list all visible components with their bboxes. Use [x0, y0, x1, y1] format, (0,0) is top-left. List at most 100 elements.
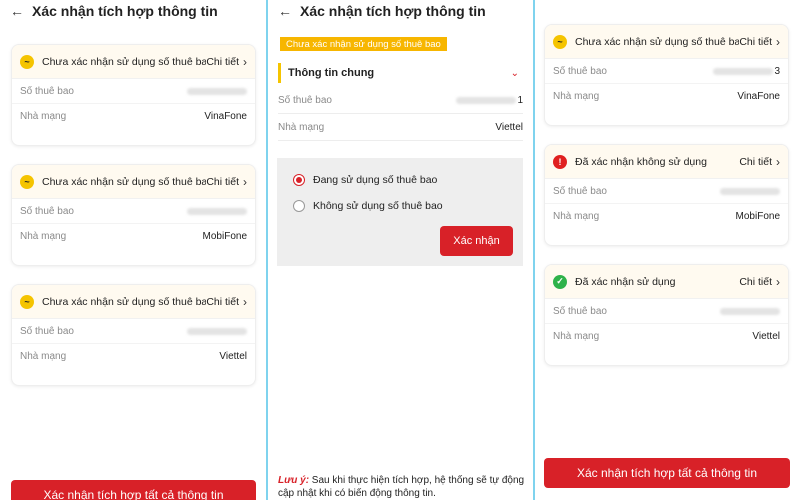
carrier-row: Nhà mạng VinaFone	[12, 104, 255, 129]
carrier-label: Nhà mạng	[278, 122, 325, 133]
card-header[interactable]: ! Đã xác nhận không sử dụng Chi tiết ›	[545, 145, 788, 179]
blurred-phone-number	[187, 87, 247, 95]
detail-link[interactable]: Chi tiết ›	[739, 155, 780, 169]
card-header[interactable]: ~ Chưa xác nhận sử dụng số thuê bao Chi …	[12, 45, 255, 79]
check-icon: ✓	[553, 274, 567, 289]
carrier-value: MobiFone	[202, 231, 247, 242]
section-title: Thông tin chung	[288, 67, 375, 79]
panel-list-pending: ← Xác nhận tích hợp thông tin ~ Chưa xác…	[0, 0, 266, 500]
carrier-value: Viettel	[752, 331, 780, 342]
subscriber-card: ~ Chưa xác nhận sử dụng số thuê bao Chi …	[11, 284, 256, 386]
option-label: Đang sử dụng số thuê bao	[313, 174, 438, 186]
subscriber-visible-digit: 3	[774, 65, 780, 77]
subscriber-card: ~ Chưa xác nhận sử dụng số thuê bao Chi …	[11, 164, 256, 266]
subscriber-visible-digit: 1	[517, 95, 523, 106]
subscriber-card: ✓ Đã xác nhận sử dụng Chi tiết › Số thuê …	[544, 264, 789, 366]
confirm-all-button[interactable]: Xác nhận tích hợp tất cả thông tin	[11, 480, 256, 500]
subscriber-label: Số thuê bao	[553, 305, 607, 317]
carrier-row: Nhà mạng Viettel	[278, 115, 523, 141]
radio-selected[interactable]	[293, 174, 305, 186]
carrier-value: VinaFone	[204, 111, 247, 122]
panel-list-statuses: ~ Chưa xác nhận sử dụng số thuê bao Chi …	[535, 0, 800, 500]
carrier-label: Nhà mạng	[20, 111, 67, 122]
blurred-phone-number	[187, 207, 247, 215]
status-text: Chưa xác nhận sử dụng số thuê bao	[42, 295, 207, 308]
subscriber-row: Số thuê bao 3	[545, 59, 788, 84]
blurred-phone-number	[720, 307, 780, 315]
section-general-info[interactable]: Thông tin chung ⌄	[278, 62, 523, 84]
confirm-all-button[interactable]: Xác nhận tích hợp tất cả thông tin	[544, 458, 790, 488]
option-not-in-use[interactable]: Không sử dụng số thuê bao	[293, 200, 443, 212]
confirm-button[interactable]: Xác nhận	[440, 226, 513, 256]
pending-icon: ~	[553, 34, 567, 49]
chevron-down-icon[interactable]: ⌄	[511, 68, 519, 79]
option-in-use[interactable]: Đang sử dụng số thuê bao	[293, 174, 437, 186]
detail-link[interactable]: Chi tiết ›	[206, 55, 247, 69]
status-text: Đã xác nhận sử dụng	[575, 275, 676, 288]
card-header[interactable]: ~ Chưa xác nhận sử dụng số thuê bao Chi …	[12, 285, 255, 319]
carrier-value: MobiFone	[735, 211, 780, 222]
subscriber-card: ~ Chưa xác nhận sử dụng số thuê bao Chi …	[11, 44, 256, 146]
pending-icon: ~	[20, 294, 34, 309]
panel-detail: ← Xác nhận tích hợp thông tin Chưa xác n…	[268, 0, 533, 500]
chevron-right-icon: ›	[243, 174, 247, 189]
chevron-right-icon: ›	[243, 54, 247, 69]
subscriber-label: Số thuê bao	[553, 65, 607, 77]
note-label: Lưu ý:	[278, 475, 310, 486]
status-text: Chưa xác nhận sử dụng số thuê bao	[42, 175, 207, 188]
carrier-value: Viettel	[219, 351, 247, 362]
note-text: Sau khi thực hiện tích hợp, hệ thống sẽ …	[278, 475, 525, 499]
subscriber-label: Số thuê bao	[20, 85, 74, 97]
card-header[interactable]: ~ Chưa xác nhận sử dụng số thuê bao Chi …	[12, 165, 255, 199]
carrier-row: Nhà mạng Viettel	[12, 344, 255, 369]
back-arrow-icon[interactable]: ←	[10, 4, 24, 18]
carrier-label: Nhà mạng	[553, 331, 600, 342]
detail-link[interactable]: Chi tiết ›	[739, 35, 780, 49]
subscriber-row: Số thuê bao	[12, 199, 255, 224]
chevron-right-icon: ›	[776, 274, 780, 289]
subscriber-value: 3	[713, 66, 780, 77]
detail-link[interactable]: Chi tiết ›	[206, 295, 247, 309]
status-text: Chưa xác nhận sử dụng số thuê bao	[575, 35, 740, 48]
detail-link[interactable]: Chi tiết ›	[739, 275, 780, 289]
page-title: Xác nhận tích hợp thông tin	[300, 3, 486, 19]
blurred-phone-number	[720, 187, 780, 195]
status-text: Chưa xác nhận sử dụng số thuê bao	[42, 55, 207, 68]
card-header[interactable]: ✓ Đã xác nhận sử dụng Chi tiết ›	[545, 265, 788, 299]
subscriber-label: Số thuê bao	[278, 95, 332, 106]
detail-link[interactable]: Chi tiết ›	[206, 175, 247, 189]
subscriber-label: Số thuê bao	[553, 185, 607, 197]
radio-unselected[interactable]	[293, 200, 305, 212]
subscriber-row: Số thuê bao	[545, 299, 788, 324]
page-title: Xác nhận tích hợp thông tin	[32, 3, 218, 19]
section-accent-bar	[278, 63, 281, 83]
subscriber-label: Số thuê bao	[20, 325, 74, 337]
blurred-phone-number	[187, 327, 247, 335]
subscriber-row: Số thuê bao	[12, 79, 255, 104]
carrier-label: Nhà mạng	[553, 91, 600, 102]
subscriber-row: Số thuê bao	[545, 179, 788, 204]
usage-confirmation-box: Đang sử dụng số thuê bao Không sử dụng s…	[277, 158, 523, 266]
pending-icon: ~	[20, 54, 34, 69]
option-label: Không sử dụng số thuê bao	[313, 200, 443, 212]
carrier-value: VinaFone	[737, 91, 780, 102]
carrier-row: Nhà mạng Viettel	[545, 324, 788, 349]
subscriber-row: Số thuê bao	[12, 319, 255, 344]
app-header: ← Xác nhận tích hợp thông tin	[0, 0, 266, 22]
carrier-label: Nhà mạng	[553, 211, 600, 222]
subscriber-value: 1	[456, 95, 523, 106]
status-tag: Chưa xác nhận sử dụng số thuê bao	[280, 37, 447, 51]
carrier-row: Nhà mạng MobiFone	[12, 224, 255, 249]
warning-icon: !	[553, 154, 567, 169]
carrier-row: Nhà mạng MobiFone	[545, 204, 788, 229]
card-header[interactable]: ~ Chưa xác nhận sử dụng số thuê bao Chi …	[545, 25, 788, 59]
chevron-right-icon: ›	[776, 34, 780, 49]
back-arrow-icon[interactable]: ←	[278, 4, 292, 18]
blurred-phone-number	[456, 97, 517, 104]
carrier-row: Nhà mạng VinaFone	[545, 84, 788, 109]
chevron-right-icon: ›	[243, 294, 247, 309]
note: Lưu ý: Sau khi thực hiện tích hợp, hệ th…	[278, 474, 528, 500]
pending-icon: ~	[20, 174, 34, 189]
carrier-label: Nhà mạng	[20, 351, 67, 362]
chevron-right-icon: ›	[776, 154, 780, 169]
